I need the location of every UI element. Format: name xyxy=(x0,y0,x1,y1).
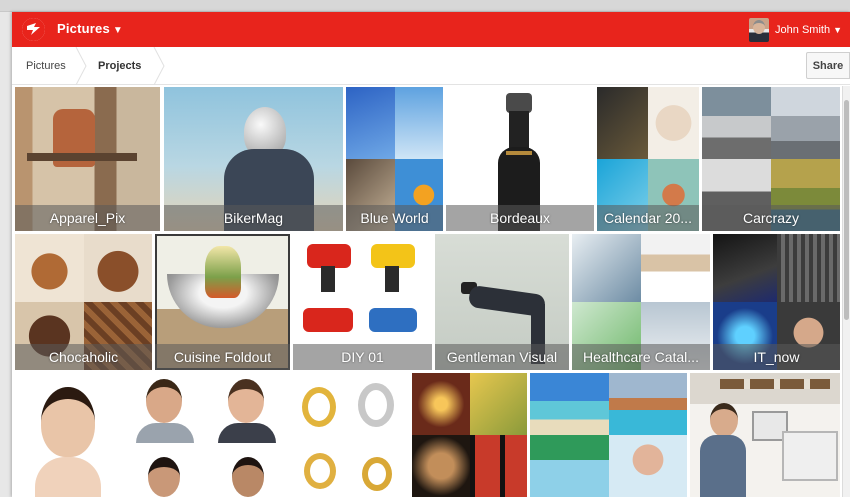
project-name: Calendar 20... xyxy=(597,205,699,231)
portrait-image xyxy=(710,403,738,437)
drill-image xyxy=(371,244,415,268)
project-name: Carcrazy xyxy=(702,205,840,231)
project-tile[interactable] xyxy=(15,373,121,497)
portrait-image xyxy=(232,457,264,497)
project-tile[interactable]: Chocaholic xyxy=(15,234,152,370)
brand-logo-icon[interactable] xyxy=(22,18,45,41)
browser-top-strip xyxy=(0,0,850,12)
shoulders-image xyxy=(218,423,276,443)
project-tile[interactable]: Gentleman Visual xyxy=(435,234,569,370)
section-dropdown[interactable]: Pictures ▼ xyxy=(57,21,123,36)
project-grid: Apparel_Pix BikerMag Blue World Bordeaux xyxy=(12,86,850,497)
project-tile[interactable]: DIY 01 xyxy=(293,234,432,370)
wall-frames-image xyxy=(720,379,830,389)
shoulders-image xyxy=(136,423,194,443)
project-name: DIY 01 xyxy=(293,344,432,370)
project-tile[interactable]: Cuisine Foldout xyxy=(155,234,290,370)
office-worker-image xyxy=(700,435,746,497)
project-tile[interactable] xyxy=(292,373,409,497)
caret-down-icon: ▼ xyxy=(112,25,124,36)
portrait-image xyxy=(228,379,264,423)
ring-image xyxy=(302,387,336,427)
app-header: Pictures ▼ John Smith ▼ xyxy=(12,12,850,47)
caret-down-icon: ▼ xyxy=(833,25,842,35)
project-name: BikerMag xyxy=(164,205,343,231)
project-tile[interactable]: Blue World xyxy=(346,87,443,231)
project-name: Apparel_Pix xyxy=(15,205,160,231)
project-name: Healthcare Catal... xyxy=(572,344,710,370)
app-stage: Pictures ▼ John Smith ▼ Pictures Projects … xyxy=(0,0,850,497)
drill-image xyxy=(369,308,417,332)
breadcrumb-item-pictures[interactable]: Pictures xyxy=(12,47,80,85)
ring-image xyxy=(362,457,392,491)
portrait-image xyxy=(146,379,182,423)
project-tile[interactable]: BikerMag xyxy=(164,87,343,231)
user-menu[interactable]: John Smith ▼ xyxy=(749,18,842,42)
vertical-scrollbar[interactable] xyxy=(842,86,850,497)
bottle-cap-image xyxy=(506,93,532,113)
drill-image xyxy=(303,308,353,332)
project-name: Blue World xyxy=(346,205,443,231)
project-tile[interactable] xyxy=(124,373,289,497)
ring-image xyxy=(304,453,336,489)
printer-image xyxy=(782,431,838,481)
portrait-image xyxy=(41,387,95,457)
scrollbar-thumb[interactable] xyxy=(844,100,849,320)
avatar xyxy=(749,18,770,42)
breadcrumb: Pictures Projects Share xyxy=(12,47,850,85)
project-tile[interactable]: Carcrazy xyxy=(702,87,840,231)
project-tile[interactable] xyxy=(530,373,687,497)
project-tile[interactable] xyxy=(690,373,840,497)
share-button[interactable]: Share xyxy=(806,52,850,79)
project-tile[interactable]: Bordeaux xyxy=(446,87,594,231)
project-tile[interactable]: Healthcare Catal... xyxy=(572,234,710,370)
ring-image xyxy=(358,383,394,427)
drill-handle-image xyxy=(385,266,399,292)
bottle-foil-image xyxy=(506,151,532,155)
drill-handle-image xyxy=(321,266,335,292)
project-tile[interactable]: Calendar 20... xyxy=(597,87,699,231)
project-tile[interactable]: Apparel_Pix xyxy=(15,87,160,231)
bottle-neck-image xyxy=(509,111,529,151)
drill-image xyxy=(307,244,351,268)
project-tile[interactable]: IT_now xyxy=(713,234,840,370)
project-name: Cuisine Foldout xyxy=(155,344,290,370)
section-title: Pictures xyxy=(57,21,110,36)
project-name: Chocaholic xyxy=(15,344,152,370)
table-image xyxy=(27,153,137,161)
portrait-image xyxy=(148,457,180,497)
app-window: Pictures ▼ John Smith ▼ Pictures Projects … xyxy=(12,12,850,497)
project-tile[interactable] xyxy=(412,373,527,497)
user-name: John Smith xyxy=(775,24,831,36)
shoulders-image xyxy=(35,457,101,497)
project-name: IT_now xyxy=(713,344,840,370)
dish-image xyxy=(205,246,241,298)
project-name: Gentleman Visual xyxy=(435,344,569,370)
breadcrumb-chevron-icon xyxy=(153,47,165,85)
project-name: Bordeaux xyxy=(446,205,594,231)
